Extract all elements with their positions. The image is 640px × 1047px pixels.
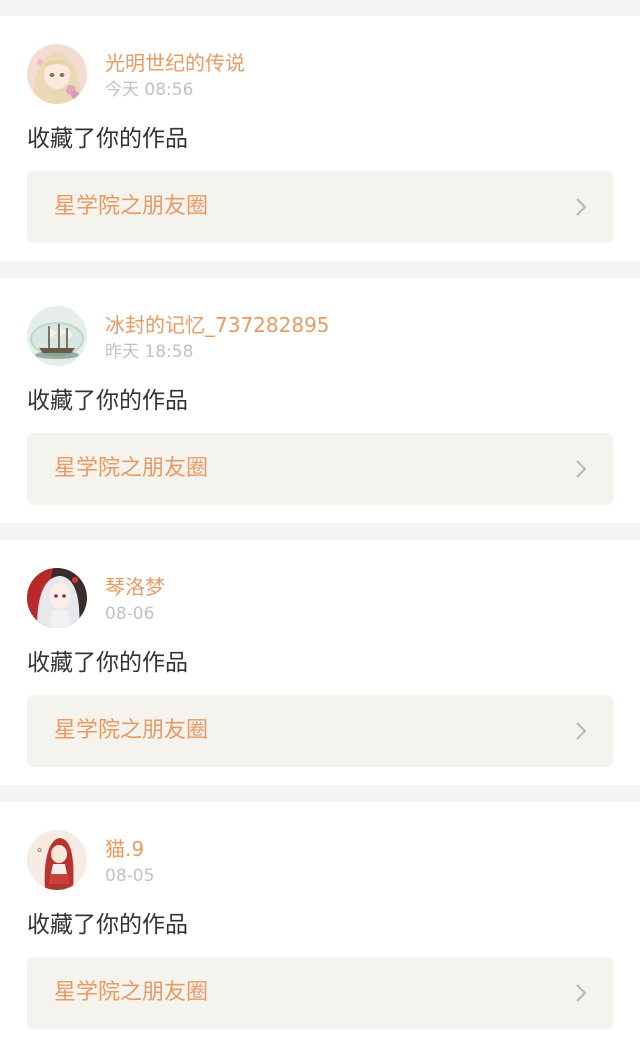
username[interactable]: 冰封的记忆_737282895 (105, 312, 330, 338)
work-link-button[interactable]: 星学院之朋友圈 (27, 171, 613, 243)
username[interactable]: 光明世纪的传说 (105, 50, 245, 76)
timestamp: 08-06 (105, 604, 155, 624)
avatar[interactable] (27, 306, 87, 366)
timestamp: 今天 08:56 (105, 80, 194, 100)
notification-card: 冰封的记忆_737282895 昨天 18:58 收藏了你的作品 星学院之朋友圈 (0, 278, 640, 523)
notification-card: ✿ 猫.9 08-05 收藏了你的作品 星学院之朋友圈 (0, 802, 640, 1047)
chevron-right-icon (576, 198, 587, 216)
avatar[interactable] (27, 44, 87, 104)
chevron-right-icon (576, 984, 587, 1002)
notification-card: 光明世纪的传说 今天 08:56 收藏了你的作品 星学院之朋友圈 (0, 16, 640, 261)
work-title: 星学院之朋友圈 (54, 456, 209, 481)
work-link-button[interactable]: 星学院之朋友圈 (27, 695, 613, 767)
work-title: 星学院之朋友圈 (54, 718, 209, 743)
action-text: 收藏了你的作品 (27, 388, 188, 414)
work-link-button[interactable]: 星学院之朋友圈 (27, 433, 613, 505)
avatar[interactable] (27, 568, 87, 628)
notification-feed: 光明世纪的传说 今天 08:56 收藏了你的作品 星学院之朋友圈 冰封的记忆_7… (0, 0, 640, 1047)
username[interactable]: 猫.9 (105, 836, 144, 862)
timestamp: 昨天 18:58 (105, 342, 194, 362)
work-title: 星学院之朋友圈 (54, 980, 209, 1005)
work-title: 星学院之朋友圈 (54, 194, 209, 219)
username[interactable]: 琴洛梦 (105, 574, 165, 600)
action-text: 收藏了你的作品 (27, 912, 188, 938)
chevron-right-icon (576, 460, 587, 478)
action-text: 收藏了你的作品 (27, 650, 188, 676)
timestamp: 08-05 (105, 866, 155, 886)
notification-card: 琴洛梦 08-06 收藏了你的作品 星学院之朋友圈 (0, 540, 640, 785)
svg-text:✿: ✿ (37, 847, 42, 854)
work-link-button[interactable]: 星学院之朋友圈 (27, 957, 613, 1029)
chevron-right-icon (576, 722, 587, 740)
avatar[interactable]: ✿ (27, 830, 87, 890)
action-text: 收藏了你的作品 (27, 126, 188, 152)
